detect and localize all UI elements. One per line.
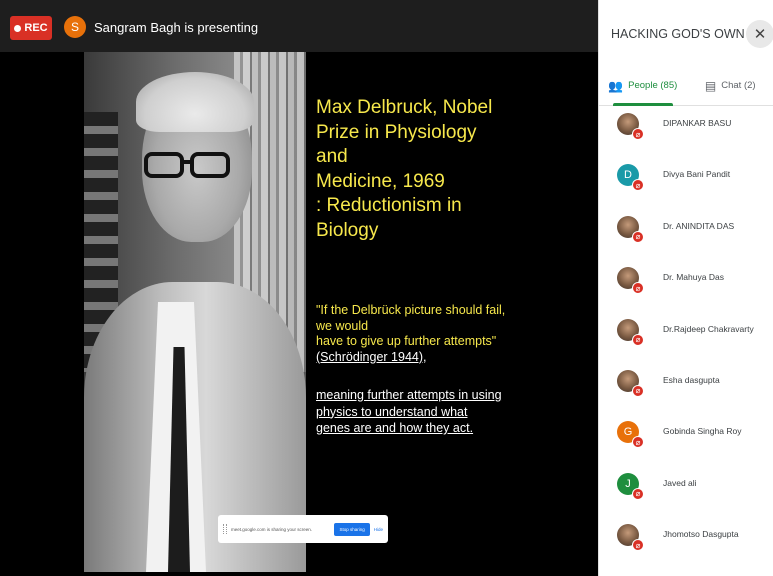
drag-handle-icon[interactable]: [223, 524, 227, 534]
presenter-avatar: S: [64, 16, 86, 38]
share-message: meet.google.com is sharing your screen.: [231, 526, 313, 532]
slide-meaning-line: meaning further attempts in using: [316, 388, 502, 402]
stop-sharing-button[interactable]: Stop sharing: [334, 522, 370, 536]
slide-title: Max Delbruck, Nobel Prize in Physiology …: [316, 96, 511, 243]
participant-row[interactable]: J ⌀ Javed ali: [599, 468, 773, 519]
participant-name: Javed ali: [663, 477, 697, 488]
participant-name: Dr. Mahuya Das: [663, 272, 724, 283]
participant-row[interactable]: G ⌀ Gobinda Singha Roy: [599, 416, 773, 467]
slide-quote: "If the Delbrück picture should fail, we…: [316, 303, 511, 365]
tab-people[interactable]: 👥 People (85): [599, 66, 687, 106]
slide-title-line: Medicine, 1969: [316, 170, 445, 192]
participant-row[interactable]: ⌀ Jhomotso Dasgupta: [599, 519, 773, 570]
tab-chat-label: Chat (2): [721, 80, 756, 91]
mic-off-icon: ⌀: [632, 384, 644, 397]
recording-badge: REC: [10, 16, 52, 40]
slide-title-line: Max Delbruck, Nobel: [316, 97, 493, 118]
participant-name: Jhomotso Dasgupta: [663, 529, 739, 540]
panel-tabs: 👥 People (85) ▤ Chat (2): [599, 66, 773, 106]
slide-meaning-line: physics to understand what: [316, 404, 468, 419]
mic-off-icon: ⌀: [632, 333, 644, 346]
participant-row[interactable]: ⌀ Dr.Rajdeep Chakravarty: [599, 314, 773, 365]
mic-off-icon: ⌀: [632, 230, 644, 243]
slide-quote-line: have to give up further attempts": [316, 334, 497, 348]
people-icon: 👥: [608, 78, 624, 93]
tab-chat[interactable]: ▤ Chat (2): [687, 66, 773, 105]
mic-off-icon: ⌀: [632, 539, 644, 552]
participant-name: Dr. ANINDITA DAS: [663, 220, 735, 231]
participant-name: Esha dasgupta: [663, 374, 720, 385]
slide-meaning-line: genes are and how they act.: [316, 421, 474, 435]
slide-title-line: Biology: [316, 219, 379, 241]
participant-row[interactable]: ⌀ Esha dasgupta: [599, 365, 773, 416]
participant-row[interactable]: ⌀ Dr. ANINDITA DAS: [599, 211, 773, 262]
hide-button[interactable]: Hide: [374, 527, 383, 532]
screen-share-bar: meet.google.com is sharing your screen. …: [218, 515, 388, 543]
presentation-topbar: REC S Sangram Bagh is presenting: [0, 0, 598, 52]
participant-name: Divya Bani Pandit: [663, 169, 731, 180]
participant-list: ⌀ DIPANKAR BASU D ⌀ Divya Bani Pandit ⌀ Dr. AN…: [599, 108, 773, 571]
mic-off-icon: ⌀: [632, 487, 644, 500]
participant-name: Gobinda Singha Roy: [663, 426, 742, 437]
participant-row[interactable]: ⌀ DIPANKAR BASU: [599, 108, 773, 159]
presenter-status: Sangram Bagh is presenting: [94, 20, 259, 35]
participant-row[interactable]: D ⌀ Divya Bani Pandit: [599, 159, 773, 210]
mic-off-icon: ⌀: [632, 282, 644, 295]
close-icon[interactable]: ✕: [746, 20, 773, 48]
slide-quote-citation: (Schrödinger 1944),: [316, 349, 427, 364]
participant-row[interactable]: ⌀ Dr. Mahuya Das: [599, 262, 773, 313]
slide-quote-line: we would: [316, 318, 369, 333]
chat-icon: ▤: [704, 78, 717, 93]
side-panel: HACKING GOD'S OWN PRO... ✕ 👥 People (85)…: [598, 0, 773, 576]
shared-slide: Max Delbruck, Nobel Prize in Physiology …: [84, 52, 514, 572]
tab-people-label: People (85): [628, 80, 678, 91]
recording-label: REC: [24, 22, 48, 34]
mic-off-icon: ⌀: [632, 436, 644, 449]
slide-title-line: Prize in Physiology and: [316, 121, 477, 168]
portrait-photo: [84, 52, 306, 572]
presentation-stage: REC S Sangram Bagh is presenting Max Del…: [0, 0, 598, 576]
slide-quote-line: "If the Delbrück picture should fail,: [316, 303, 506, 317]
slide-meaning: meaning further attempts in using physic…: [316, 387, 511, 437]
slide-title-line: : Reductionism in: [316, 195, 462, 216]
mic-off-icon: ⌀: [632, 128, 644, 140]
record-dot-icon: [14, 24, 22, 32]
participant-name: Dr.Rajdeep Chakravarty: [663, 323, 754, 334]
slide-text-block: Max Delbruck, Nobel Prize in Physiology …: [316, 96, 511, 437]
mic-off-icon: ⌀: [632, 179, 644, 192]
meeting-title: HACKING GOD'S OWN PRO...: [611, 27, 749, 41]
participant-name: DIPANKAR BASU: [663, 118, 732, 128]
